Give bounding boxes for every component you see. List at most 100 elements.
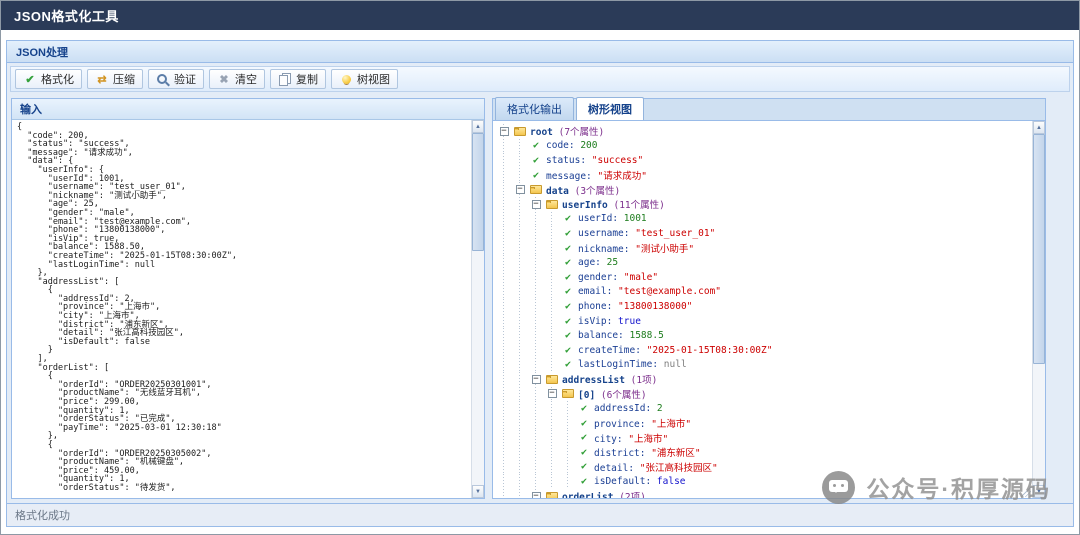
tab-tree-view[interactable]: 树形视图 bbox=[576, 97, 644, 120]
tree-node[interactable]: ✔isDefault: false bbox=[496, 474, 1032, 489]
tree-node[interactable]: ✔age: 25 bbox=[496, 255, 1032, 270]
copy-button[interactable]: 复制 bbox=[270, 69, 326, 89]
tree-connector bbox=[544, 328, 560, 343]
tree-guide bbox=[496, 285, 512, 300]
tree-node[interactable]: ✔email: "test@example.com" bbox=[496, 285, 1032, 300]
tree-node-label: nickname: "测试小助手" bbox=[578, 241, 694, 255]
collapse-icon[interactable]: − bbox=[500, 127, 509, 136]
clear-button[interactable]: 清空 bbox=[209, 69, 265, 89]
tree-node[interactable]: ✔userId: 1001 bbox=[496, 212, 1032, 227]
collapse-icon[interactable]: − bbox=[532, 200, 541, 209]
tree-expander[interactable]: − bbox=[528, 372, 544, 387]
tree-guide bbox=[496, 139, 512, 154]
tree-node[interactable]: ✔isVip: true bbox=[496, 314, 1032, 329]
compress-button[interactable]: 压缩 bbox=[87, 69, 143, 89]
tree-guide bbox=[496, 168, 512, 183]
tree-node[interactable]: ✔code: 200 bbox=[496, 139, 1032, 154]
collapse-icon[interactable]: − bbox=[532, 375, 541, 384]
tree-guide bbox=[528, 299, 544, 314]
tree-node[interactable]: ✔username: "test_user_01" bbox=[496, 226, 1032, 241]
tree-guide bbox=[512, 445, 528, 460]
tree-node-label: code: 200 bbox=[546, 140, 598, 151]
tree-guide bbox=[528, 460, 544, 475]
tree-node-label: district: "浦东新区" bbox=[594, 445, 701, 459]
tree-expander[interactable]: − bbox=[512, 182, 528, 197]
tree-node[interactable]: −addressList (1项) bbox=[496, 372, 1032, 387]
tree-node[interactable]: − data (3个属性) bbox=[496, 182, 1032, 197]
input-panel: 输入 { "code": 200, "status": "success", "… bbox=[11, 98, 485, 499]
tree-guide bbox=[544, 430, 560, 445]
tree-node[interactable]: ✔balance: 1588.5 bbox=[496, 328, 1032, 343]
tree-node[interactable]: ✔nickname: "测试小助手" bbox=[496, 241, 1032, 256]
tree-node-label: username: "test_user_01" bbox=[578, 228, 715, 239]
tree-node[interactable]: ✔detail: "张江高科技园区" bbox=[496, 460, 1032, 475]
tree-node-label: [0] (6个属性) bbox=[578, 387, 647, 401]
folder-icon bbox=[544, 375, 560, 384]
input-scrollbar[interactable]: ▲ ▼ bbox=[471, 120, 484, 498]
tree-connector bbox=[512, 168, 528, 183]
scroll-down-icon[interactable]: ▼ bbox=[1033, 485, 1045, 498]
toolbar: 格式化压缩验证 清空复制 树视图 bbox=[10, 66, 1070, 92]
tree-node[interactable]: ✔province: "上海市" bbox=[496, 416, 1032, 431]
folder-icon bbox=[544, 492, 560, 498]
tree-guide bbox=[496, 153, 512, 168]
tree-guide bbox=[528, 430, 544, 445]
tree-node[interactable]: ✔phone: "13800138000" bbox=[496, 299, 1032, 314]
tree-node[interactable]: ✔lastLoginTime: null bbox=[496, 358, 1032, 373]
tree-node[interactable]: ✔gender: "male" bbox=[496, 270, 1032, 285]
tree-expander[interactable]: − bbox=[496, 124, 512, 139]
scroll-up-icon[interactable]: ▲ bbox=[472, 120, 484, 133]
treeview-button-label: 树视图 bbox=[357, 71, 390, 87]
tree-guide bbox=[496, 314, 512, 329]
clear-button-label: 清空 bbox=[235, 71, 257, 87]
tree-guide bbox=[528, 212, 544, 227]
scroll-up-icon[interactable]: ▲ bbox=[1033, 121, 1045, 134]
tree-guide bbox=[528, 343, 544, 358]
collapse-icon[interactable]: − bbox=[532, 492, 541, 498]
tree-node[interactable]: ✔createTime: "2025-01-15T08:30:00Z" bbox=[496, 343, 1032, 358]
tree-guide bbox=[496, 358, 512, 373]
tree-guide bbox=[544, 460, 560, 475]
tree-node-label: data (3个属性) bbox=[546, 183, 620, 197]
tab-formatted-output[interactable]: 格式化输出 bbox=[495, 97, 574, 120]
tree-node[interactable]: ✔message: "请求成功" bbox=[496, 168, 1032, 183]
title-bar: JSON格式化工具 bbox=[1, 1, 1079, 30]
tree-node[interactable]: ✔district: "浦东新区" bbox=[496, 445, 1032, 460]
scroll-down-icon[interactable]: ▼ bbox=[472, 485, 484, 498]
tree-node-label: detail: "张江高科技园区" bbox=[594, 460, 718, 474]
tree-guide bbox=[528, 401, 544, 416]
tree-node-label: message: "请求成功" bbox=[546, 168, 647, 182]
tree-guide bbox=[512, 299, 528, 314]
tree-guide bbox=[512, 489, 528, 498]
tree-guide bbox=[496, 387, 512, 402]
tree-guide bbox=[496, 182, 512, 197]
collapse-icon[interactable]: − bbox=[548, 389, 557, 398]
json-input-textarea[interactable]: { "code": 200, "status": "success", "mes… bbox=[12, 120, 471, 498]
tree-guide bbox=[528, 387, 544, 402]
status-text: 格式化成功 bbox=[15, 507, 70, 523]
tree-guide bbox=[496, 416, 512, 431]
tree-scroll-thumb[interactable] bbox=[1033, 134, 1045, 364]
tree-node[interactable]: ✔status: "success" bbox=[496, 153, 1032, 168]
tree-expander[interactable]: − bbox=[544, 387, 560, 402]
tree-node[interactable]: −root (7个属性) bbox=[496, 124, 1032, 139]
check-icon: ✔ bbox=[560, 257, 576, 268]
treeview-button[interactable]: 树视图 bbox=[331, 69, 398, 89]
tree-node[interactable]: ✔addressId: 2 bbox=[496, 401, 1032, 416]
tree-node-label: gender: "male" bbox=[578, 272, 658, 283]
collapse-icon[interactable]: − bbox=[516, 185, 525, 194]
tree-node[interactable]: − [0] (6个属性) bbox=[496, 387, 1032, 402]
tree-node[interactable]: ✔city: "上海市" bbox=[496, 430, 1032, 445]
tree-node[interactable]: −userInfo (11个属性) bbox=[496, 197, 1032, 212]
tree-guide bbox=[528, 416, 544, 431]
format-button[interactable]: 格式化 bbox=[15, 69, 82, 89]
tree-expander[interactable]: − bbox=[528, 489, 544, 498]
tree-guide bbox=[512, 474, 528, 489]
tree-expander[interactable]: − bbox=[528, 197, 544, 212]
input-scroll-thumb[interactable] bbox=[472, 133, 484, 251]
validate-button[interactable]: 验证 bbox=[148, 69, 204, 89]
compress-icon bbox=[95, 73, 109, 86]
tree-scrollbar[interactable]: ▲ ▼ bbox=[1032, 121, 1045, 498]
tree-guide bbox=[544, 401, 560, 416]
tree-node[interactable]: −orderList (2项) bbox=[496, 489, 1032, 498]
